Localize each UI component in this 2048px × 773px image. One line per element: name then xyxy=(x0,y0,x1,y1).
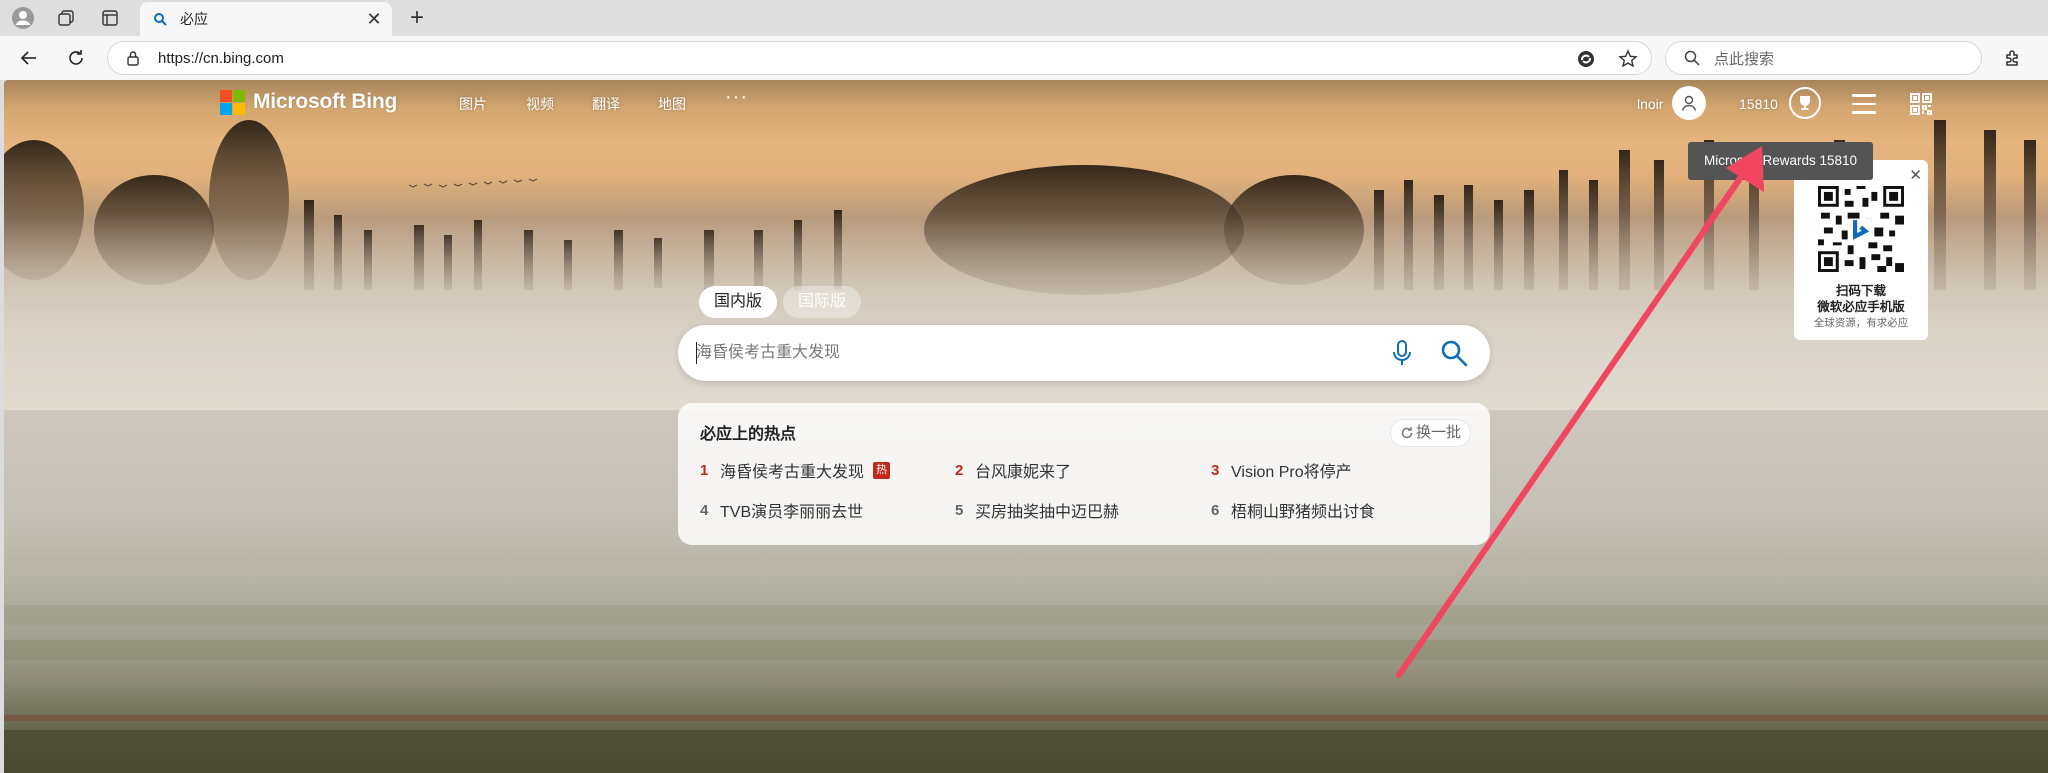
trending-text: 海昏侯考古重大发现 xyxy=(720,464,865,481)
trending-rank: 5 xyxy=(955,501,964,519)
rewards-points[interactable]: 15810 xyxy=(1739,96,1778,112)
market-domestic-tab[interactable]: 国内版 xyxy=(699,286,778,318)
nav-images[interactable]: 图片 xyxy=(459,94,487,114)
edge-sync-icon[interactable] xyxy=(1576,49,1596,74)
trending-panel: 必应上的热点 换一批 1 海昏侯考古重大发现 热 2 台风康妮来了 3 Visi… xyxy=(678,403,1490,545)
trending-item[interactable]: 1 海昏侯考古重大发现 热 xyxy=(700,458,891,482)
rewards-trophy-icon[interactable] xyxy=(1789,87,1821,119)
bing-search-box[interactable] xyxy=(678,325,1490,381)
user-name[interactable]: lnoir xyxy=(1637,96,1663,112)
trending-item[interactable]: 4 TVB演员李丽丽去世 xyxy=(700,498,863,522)
search-icon xyxy=(1684,50,1700,71)
qr-line-2: 微软必应手机版 xyxy=(1817,300,1905,314)
rewards-tooltip: Microsoft Rewards 15810 xyxy=(1688,142,1874,180)
trending-item[interactable]: 5 买房抽奖抽中迈巴赫 xyxy=(955,498,1119,522)
market-international-tab[interactable]: 国际版 xyxy=(783,286,862,318)
logo-square-blue xyxy=(220,102,232,115)
new-tab-button[interactable]: + xyxy=(404,5,430,31)
sidebar-search[interactable] xyxy=(1665,41,1982,75)
nav-more-button[interactable]: ··· xyxy=(725,86,748,109)
trending-item[interactable]: 3 Vision Pro将停产 xyxy=(1211,458,1352,482)
search-button-icon[interactable] xyxy=(1440,339,1468,372)
refresh-label: 换一批 xyxy=(1416,424,1462,441)
microsoft-logo-icon xyxy=(220,89,245,115)
bing-logo[interactable]: Microsoft Bing xyxy=(220,88,397,116)
tab-title: 必应 xyxy=(180,11,208,27)
refresh-button[interactable] xyxy=(63,45,89,71)
search-input[interactable] xyxy=(696,341,1376,365)
bing-header: Microsoft Bing 图片 视频 翻译 地图 ··· lnoir 158… xyxy=(4,80,2048,136)
trending-text: Vision Pro将停产 xyxy=(1231,464,1352,481)
trending-rank: 4 xyxy=(700,501,709,519)
tab-bar: 必应 ✕ + xyxy=(0,0,2048,36)
trending-rank: 1 xyxy=(700,461,709,479)
trending-title: 必应上的热点 xyxy=(700,426,797,443)
tab-close-icon[interactable]: ✕ xyxy=(364,9,384,29)
trending-item[interactable]: 6 梧桐山野猪频出讨食 xyxy=(1211,498,1375,522)
extensions-icon[interactable] xyxy=(2000,45,2026,71)
url-text[interactable]: https://cn.bing.com xyxy=(158,50,284,67)
logo-text: Microsoft Bing xyxy=(253,90,398,113)
market-toggle: 国内版 国际版 xyxy=(699,286,867,320)
trending-text: 台风康妮来了 xyxy=(975,464,1072,481)
favorite-star-icon[interactable] xyxy=(1618,49,1638,74)
lock-icon[interactable] xyxy=(126,50,140,71)
trending-rank: 6 xyxy=(1211,501,1220,519)
menu-hamburger-icon[interactable] xyxy=(1852,94,1876,114)
qr-code-image xyxy=(1818,186,1904,272)
qr-code-icon[interactable] xyxy=(1910,93,1932,115)
text-caret xyxy=(696,342,697,364)
avatar-icon[interactable] xyxy=(1672,86,1706,120)
back-button[interactable] xyxy=(16,45,42,71)
workspaces-icon[interactable] xyxy=(53,5,79,31)
tab-actions-icon[interactable] xyxy=(97,5,123,31)
nav-translate[interactable]: 翻译 xyxy=(592,94,620,114)
microphone-icon[interactable] xyxy=(1390,339,1414,372)
hot-badge: 热 xyxy=(873,461,891,479)
bing-favicon-icon xyxy=(152,11,168,27)
bing-homepage: Microsoft Bing 图片 视频 翻译 地图 ··· lnoir 158… xyxy=(4,80,2048,773)
sidebar-search-input[interactable] xyxy=(1714,48,1964,70)
logo-square-yellow xyxy=(233,102,245,115)
trending-text: 梧桐山野猪频出讨食 xyxy=(1231,504,1376,521)
trending-text: 买房抽奖抽中迈巴赫 xyxy=(975,504,1120,521)
logo-square-green xyxy=(233,89,245,102)
nav-videos[interactable]: 视频 xyxy=(526,94,554,114)
profile-icon[interactable] xyxy=(10,5,36,31)
trending-rank: 3 xyxy=(1211,461,1220,479)
logo-square-red xyxy=(220,89,232,102)
address-bar[interactable]: https://cn.bing.com xyxy=(107,41,1652,75)
trending-rank: 2 xyxy=(955,461,964,479)
qr-line-3: 全球资源，有求必应 xyxy=(1813,317,1909,329)
refresh-icon xyxy=(1401,427,1413,439)
qr-download-card: ✕ 扫码下载 微软必应手机版 全球资源，有求必应 xyxy=(1794,160,1928,340)
trending-item[interactable]: 2 台风康妮来了 xyxy=(955,458,1071,482)
close-icon[interactable]: ✕ xyxy=(1909,166,1922,184)
trending-text: TVB演员李丽丽去世 xyxy=(720,504,864,521)
tab-bing[interactable]: 必应 ✕ xyxy=(140,2,392,36)
address-toolbar: https://cn.bing.com xyxy=(0,36,2048,80)
nav-maps[interactable]: 地图 xyxy=(658,94,686,114)
refresh-trending-button[interactable]: 换一批 xyxy=(1390,419,1472,447)
